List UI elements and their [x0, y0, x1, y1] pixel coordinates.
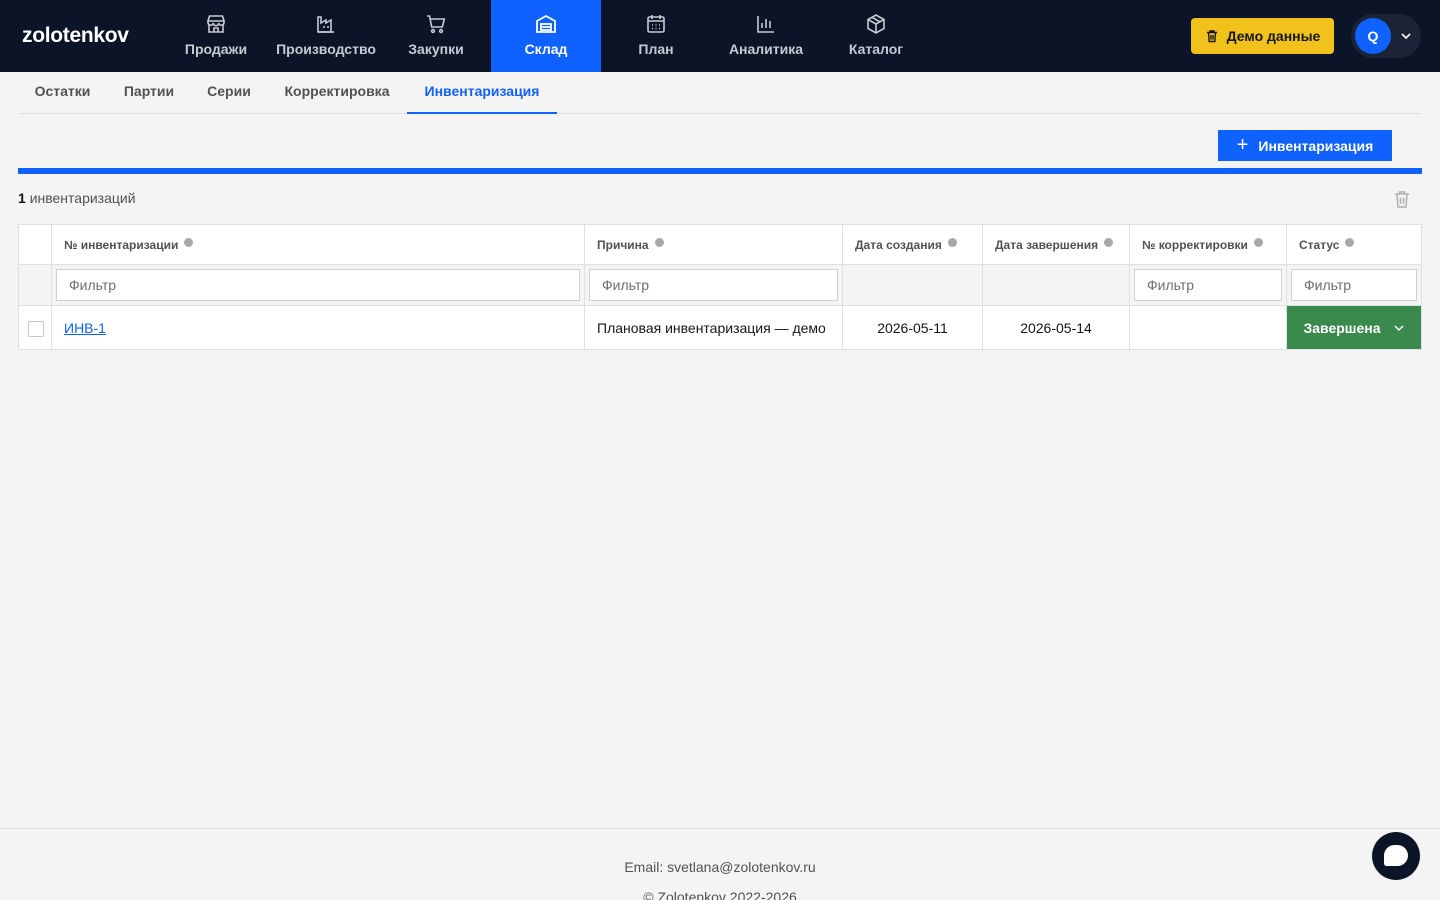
footer-copyright: © Zolotenkov 2022-2026 — [643, 889, 797, 900]
nav-label: Закупки — [408, 41, 464, 57]
chevron-down-icon — [1393, 324, 1404, 331]
info-icon[interactable] — [184, 238, 194, 247]
loading-progress-bar — [18, 168, 1422, 174]
warehouse-subtabs: Остатки Партии Серии Корректировка Инвен… — [18, 72, 1422, 114]
header-label: № инвентаризации — [64, 237, 179, 252]
header-label: Причина — [597, 237, 649, 252]
filter-cell-status — [1287, 265, 1421, 306]
info-icon[interactable] — [1253, 238, 1263, 247]
nav-label: Производство — [276, 41, 376, 57]
select-all-header — [19, 225, 52, 265]
record-count-number: 1 — [18, 190, 26, 206]
factory-icon — [317, 16, 334, 33]
inventory-table: № инвентаризации Причина Дата создания Д… — [18, 224, 1422, 350]
filter-cell-reason — [585, 265, 843, 306]
nav-item-analytics[interactable]: Аналитика — [711, 0, 821, 72]
trash-icon — [1206, 30, 1217, 43]
nav-label: Продажи — [184, 41, 248, 57]
box-icon — [867, 14, 885, 34]
filter-number-input[interactable] — [56, 269, 580, 301]
footer-email: Email: svetlana@zolotenkov.ru — [624, 859, 816, 875]
page-footer: Email: svetlana@zolotenkov.ru © Zolotenk… — [0, 828, 1440, 900]
nav-item-warehouse[interactable]: Склад — [491, 0, 601, 72]
header-label: Статус — [1299, 237, 1340, 252]
table-row-status: Завершена — [1287, 306, 1421, 350]
cart-icon — [427, 15, 446, 34]
chat-bubble-icon — [1384, 845, 1408, 866]
info-icon[interactable] — [1104, 238, 1114, 247]
filter-adjustment-input[interactable] — [1134, 269, 1282, 301]
add-inventory-button[interactable]: + Инвентаризация — [1218, 130, 1392, 161]
filter-cell-empty — [19, 265, 52, 306]
user-menu[interactable]: Q — [1351, 14, 1421, 58]
column-header-status[interactable]: Статус — [1287, 225, 1421, 265]
inventory-number-link[interactable]: ИНВ-1 — [64, 320, 106, 336]
row-checkbox[interactable] — [28, 321, 44, 337]
nav-label: План — [638, 41, 674, 57]
demo-data-button[interactable]: Демо данные — [1191, 18, 1334, 54]
nav-item-plan[interactable]: План — [601, 0, 711, 72]
plus-icon: + — [1236, 133, 1249, 156]
info-icon[interactable] — [1345, 238, 1355, 247]
bar-chart-icon — [757, 16, 774, 33]
calendar-icon — [647, 15, 665, 33]
tab-series[interactable]: Серии — [191, 72, 267, 114]
column-header-created[interactable]: Дата создания — [843, 225, 983, 265]
status-dropdown[interactable]: Завершена — [1287, 306, 1421, 349]
header-label: Дата завершения — [995, 237, 1099, 252]
tab-batches[interactable]: Партии — [107, 72, 191, 114]
tab-inventory[interactable]: Инвентаризация — [407, 72, 557, 114]
info-icon[interactable] — [654, 238, 664, 247]
top-navigation-bar: zolotenkov Продажи Производство Закупки … — [0, 0, 1440, 72]
app-logo[interactable]: zolotenkov — [22, 24, 129, 48]
header-label: № корректировки — [1142, 237, 1248, 252]
filter-cell-adjustment — [1130, 265, 1287, 306]
avatar: Q — [1355, 18, 1391, 54]
info-icon[interactable] — [947, 238, 957, 247]
demo-data-label: Демо данные — [1226, 28, 1321, 44]
column-header-adjustment[interactable]: № корректировки — [1130, 225, 1287, 265]
column-header-reason[interactable]: Причина — [585, 225, 843, 265]
status-label: Завершена — [1303, 319, 1381, 336]
tab-adjustment[interactable]: Корректировка — [267, 72, 407, 114]
tab-stock[interactable]: Остатки — [18, 72, 107, 114]
record-count: 1 инвентаризаций — [18, 190, 136, 206]
table-row-number: ИНВ-1 — [52, 306, 585, 350]
warehouse-icon — [536, 14, 556, 33]
chat-widget-button[interactable] — [1372, 832, 1420, 880]
filter-cell-number — [52, 265, 585, 306]
table-row-adjustment — [1130, 306, 1287, 350]
header-label: Дата создания — [855, 237, 942, 252]
nav-item-production[interactable]: Производство — [271, 0, 381, 72]
column-header-number[interactable]: № инвентаризации — [52, 225, 585, 265]
add-inventory-label: Инвентаризация — [1258, 137, 1374, 154]
filter-cell-completed — [983, 265, 1130, 306]
nav-label: Каталог — [848, 41, 904, 57]
nav-item-purchases[interactable]: Закупки — [381, 0, 491, 72]
table-row-reason: Плановая инвентаризация — демо — [585, 306, 843, 350]
trash-icon[interactable] — [1392, 189, 1412, 209]
table-row-select — [19, 306, 52, 350]
nav-label: Аналитика — [728, 41, 804, 57]
filter-status-input[interactable] — [1291, 269, 1417, 301]
table-row-completed: 2026-05-14 — [983, 306, 1130, 350]
table-row-created: 2026-05-11 — [843, 306, 983, 350]
nav-item-sales[interactable]: Продажи — [161, 0, 271, 72]
record-count-label: инвентаризаций — [29, 190, 136, 206]
filter-cell-created — [843, 265, 983, 306]
nav-item-catalog[interactable]: Каталог — [821, 0, 931, 72]
store-icon — [207, 15, 225, 33]
chevron-down-icon — [1401, 33, 1411, 40]
column-header-completed[interactable]: Дата завершения — [983, 225, 1130, 265]
filter-reason-input[interactable] — [589, 269, 838, 301]
nav-label: Склад — [524, 41, 568, 57]
